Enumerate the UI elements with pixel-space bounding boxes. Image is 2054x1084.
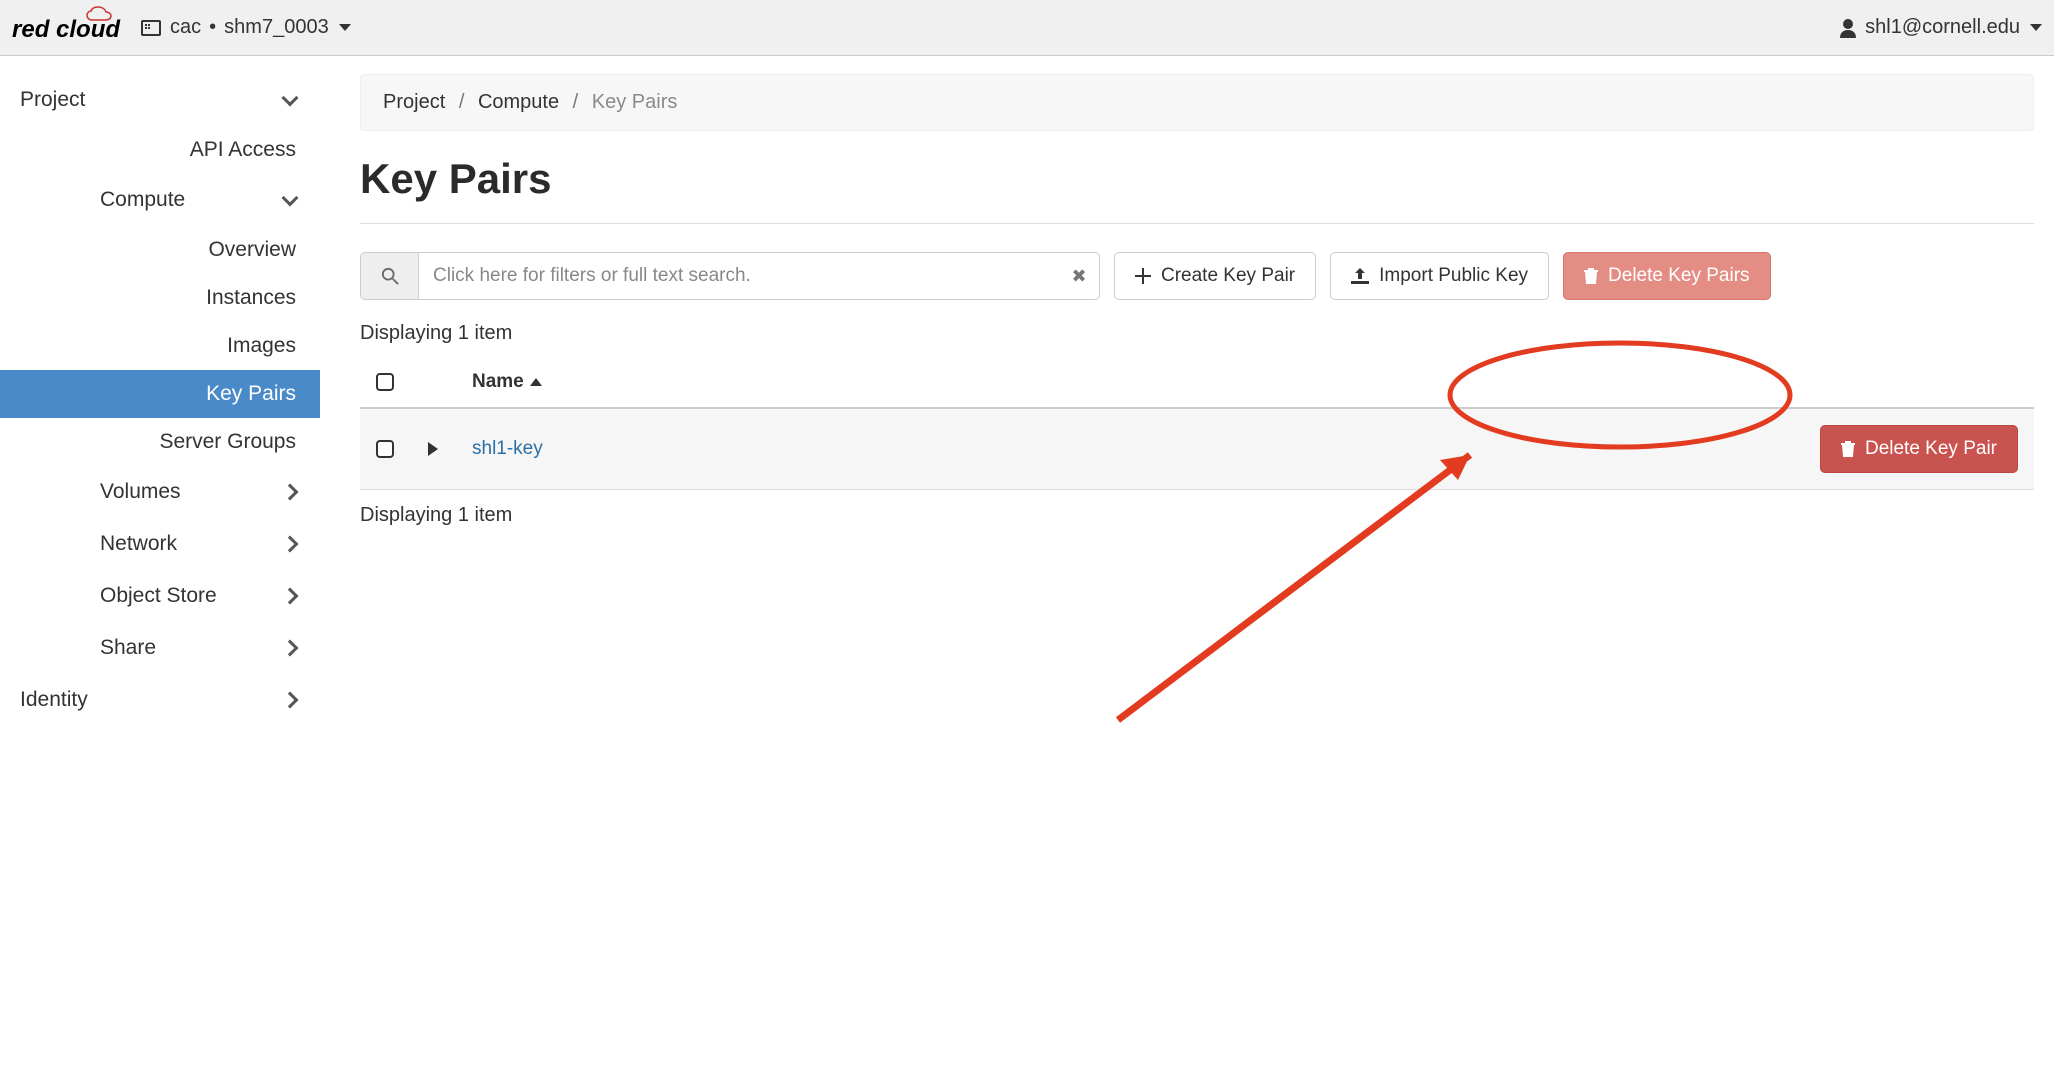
sidebar-item-project[interactable]: Project xyxy=(0,74,320,126)
sidebar-item-share[interactable]: Share xyxy=(0,622,320,674)
chevron-right-icon xyxy=(282,588,299,605)
import-public-key-button[interactable]: Import Public Key xyxy=(1330,252,1549,300)
key-pair-name-link[interactable]: shl1-key xyxy=(472,438,543,460)
column-label: Name xyxy=(472,371,524,393)
item-count-top: Displaying 1 item xyxy=(360,322,2034,345)
breadcrumb-project[interactable]: Project xyxy=(383,91,445,113)
sidebar: Project API Access Compute Overview Inst… xyxy=(0,56,320,726)
main-content: Project / Compute / Key Pairs Key Pairs … xyxy=(320,56,2054,726)
sidebar-item-label: Object Store xyxy=(100,584,217,608)
sidebar-item-label: Overview xyxy=(208,238,296,261)
button-label: Delete Key Pairs xyxy=(1608,265,1750,287)
delete-key-pair-button[interactable]: Delete Key Pair xyxy=(1820,425,2018,473)
button-label: Import Public Key xyxy=(1379,265,1528,287)
user-icon xyxy=(1839,18,1857,38)
top-bar: red cloud cac • shm7_0003 shl1@cornell.e… xyxy=(0,0,2054,56)
expand-cell xyxy=(418,442,448,456)
sidebar-item-images[interactable]: Images xyxy=(0,322,320,370)
button-label: Delete Key Pair xyxy=(1865,438,1997,460)
chevron-right-icon xyxy=(282,536,299,553)
toolbar: ✖ Create Key Pair Import Public Key Dele… xyxy=(360,252,2034,300)
sidebar-item-label: Key Pairs xyxy=(206,382,296,405)
user-menu[interactable]: shl1@cornell.edu xyxy=(1839,16,2042,39)
trash-icon xyxy=(1584,268,1598,284)
chevron-right-icon xyxy=(282,484,299,501)
sidebar-item-api-access[interactable]: API Access xyxy=(0,126,320,174)
breadcrumb-compute[interactable]: Compute xyxy=(478,91,559,113)
table-row: shl1-key Delete Key Pair xyxy=(360,409,2034,490)
project-dot: • xyxy=(209,16,216,39)
project-selector[interactable]: cac • shm7_0003 xyxy=(140,16,351,39)
breadcrumb-sep: / xyxy=(459,91,465,113)
plus-icon xyxy=(1135,268,1151,284)
search-input[interactable] xyxy=(419,253,1059,299)
chevron-right-icon xyxy=(282,692,299,709)
sidebar-item-compute[interactable]: Compute xyxy=(0,174,320,226)
project-name: shm7_0003 xyxy=(224,16,329,39)
breadcrumb: Project / Compute / Key Pairs xyxy=(360,74,2034,131)
server-icon xyxy=(140,19,162,37)
page-title: Key Pairs xyxy=(360,155,2034,203)
search-box: ✖ xyxy=(360,252,1100,300)
chevron-down-icon xyxy=(282,190,299,207)
row-checkbox[interactable] xyxy=(376,440,394,458)
delete-key-pairs-button[interactable]: Delete Key Pairs xyxy=(1563,252,1771,300)
sidebar-item-label: Compute xyxy=(100,188,185,212)
project-org: cac xyxy=(170,16,201,39)
clear-search-button[interactable]: ✖ xyxy=(1059,253,1099,299)
name-column-header[interactable]: Name xyxy=(472,371,542,393)
sidebar-item-network[interactable]: Network xyxy=(0,518,320,570)
sidebar-item-label: Server Groups xyxy=(159,430,296,453)
breadcrumb-sep: / xyxy=(573,91,579,113)
trash-icon xyxy=(1841,441,1855,457)
sidebar-item-key-pairs[interactable]: Key Pairs xyxy=(0,370,320,418)
search-icon xyxy=(361,253,419,299)
sidebar-item-label: Images xyxy=(227,334,296,357)
divider xyxy=(360,223,2034,224)
user-email: shl1@cornell.edu xyxy=(1865,16,2020,39)
upload-icon xyxy=(1351,268,1369,284)
logo[interactable]: red cloud xyxy=(12,12,120,44)
top-bar-left: red cloud cac • shm7_0003 xyxy=(12,12,351,44)
button-label: Create Key Pair xyxy=(1161,265,1295,287)
sidebar-item-server-groups[interactable]: Server Groups xyxy=(0,418,320,466)
caret-down-icon xyxy=(2030,24,2042,31)
layout: Project API Access Compute Overview Inst… xyxy=(0,56,2054,726)
sidebar-item-label: Volumes xyxy=(100,480,181,504)
sidebar-item-instances[interactable]: Instances xyxy=(0,274,320,322)
cloud-icon xyxy=(84,6,128,26)
chevron-right-icon xyxy=(282,640,299,657)
sidebar-item-label: Identity xyxy=(20,688,88,712)
sidebar-item-identity[interactable]: Identity xyxy=(0,674,320,726)
expand-row-button[interactable] xyxy=(428,442,438,456)
item-count-bottom: Displaying 1 item xyxy=(360,504,2034,527)
sidebar-item-label: Share xyxy=(100,636,156,660)
table-header: Name xyxy=(360,357,2034,409)
chevron-down-icon xyxy=(282,90,299,107)
create-key-pair-button[interactable]: Create Key Pair xyxy=(1114,252,1316,300)
sidebar-item-label: API Access xyxy=(190,138,296,161)
breadcrumb-current: Key Pairs xyxy=(592,91,678,113)
sidebar-item-label: Network xyxy=(100,532,177,556)
sidebar-item-volumes[interactable]: Volumes xyxy=(0,466,320,518)
sort-asc-icon xyxy=(530,378,542,386)
caret-down-icon xyxy=(339,24,351,31)
sidebar-item-label: Instances xyxy=(206,286,296,309)
logo-text-red: red xyxy=(12,16,49,43)
select-all-checkbox[interactable] xyxy=(376,373,394,391)
sidebar-item-object-store[interactable]: Object Store xyxy=(0,570,320,622)
sidebar-item-overview[interactable]: Overview xyxy=(0,226,320,274)
sidebar-item-label: Project xyxy=(20,88,85,112)
